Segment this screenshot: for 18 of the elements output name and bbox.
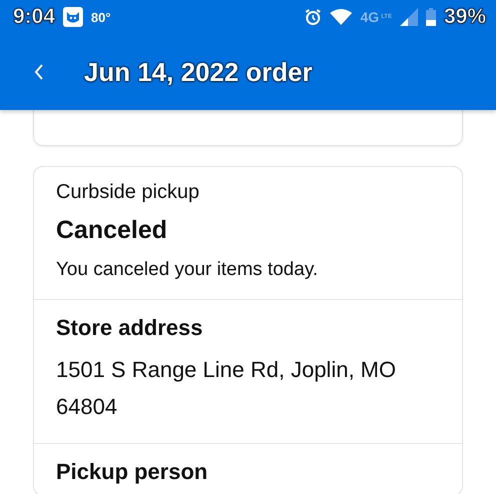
status-time: 9:04: [13, 5, 56, 29]
section-heading: Pickup person: [56, 459, 209, 485]
order-status: Canceled: [56, 216, 168, 245]
page-title: Jun 14, 2022 order: [84, 56, 312, 88]
signal-icon: [400, 8, 418, 26]
back-icon: [34, 64, 44, 80]
network-type: 4G: [360, 9, 380, 25]
status-message: You canceled your items today.: [56, 259, 319, 281]
battery-icon: [426, 8, 436, 26]
address-line: 1501 S Range Line Rd, Joplin, MO: [56, 356, 397, 384]
alarm-icon: [304, 8, 322, 26]
address-line: 64804: [56, 393, 118, 421]
wifi-icon: [330, 9, 352, 25]
cat-app-icon: [63, 7, 84, 27]
status-temperature: 80°: [91, 10, 111, 24]
section-heading: Store address: [56, 315, 204, 341]
battery-percent: 39%: [444, 5, 486, 29]
pickup-method: Curbside pickup: [56, 181, 200, 204]
